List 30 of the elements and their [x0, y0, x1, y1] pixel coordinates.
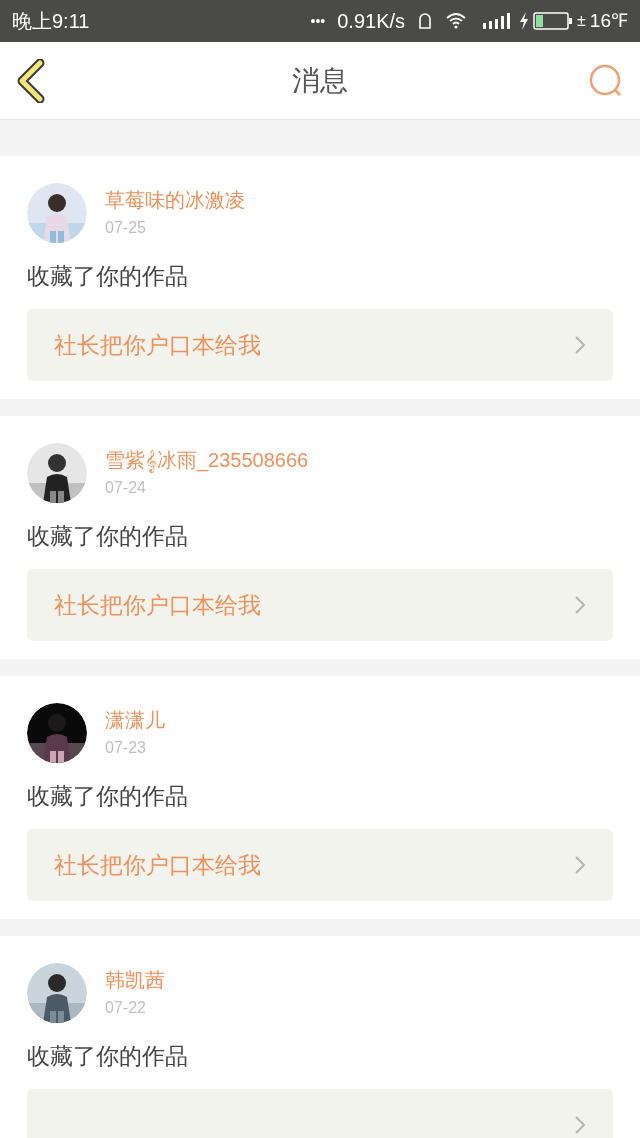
- dots-indicator: •••: [310, 11, 326, 31]
- user-name[interactable]: 雪紫𝄞冰雨_235508666: [105, 448, 309, 472]
- signal-icon: [483, 13, 512, 29]
- ghost-icon: [417, 12, 434, 30]
- work-link[interactable]: 社长把你户口本给我: [27, 829, 613, 901]
- temperature: 16℉: [589, 8, 628, 33]
- back-icon: [16, 58, 46, 103]
- clock: 晚上9:11: [12, 9, 90, 34]
- message-text: 收藏了你的作品: [27, 262, 189, 291]
- battery-sign: ±: [577, 11, 586, 31]
- user-name[interactable]: 韩凯茜: [105, 968, 165, 992]
- user-name[interactable]: 潇潇儿: [105, 708, 165, 732]
- message-date: 07-25: [105, 218, 147, 238]
- message-date: 07-22: [105, 998, 147, 1018]
- chevron-icon: [574, 1115, 586, 1135]
- message-text: 收藏了你的作品: [27, 782, 189, 811]
- work-link[interactable]: 社长把你户口本给我: [27, 309, 613, 381]
- chevron-icon: [574, 855, 586, 875]
- user-name[interactable]: 草莓味的冰激凌: [105, 188, 245, 212]
- message-date: 07-23: [105, 738, 147, 758]
- message-text: 收藏了你的作品: [27, 1042, 189, 1071]
- message-date: 07-24: [105, 478, 147, 498]
- network-speed: 0.91K/s: [337, 9, 406, 34]
- chevron-icon: [574, 335, 586, 355]
- battery-icon: [533, 12, 574, 30]
- work-link[interactable]: 社长把你户口本给我: [27, 569, 613, 641]
- page-title: 消息: [292, 63, 348, 98]
- charging-icon: [519, 12, 530, 30]
- message-text: 收藏了你的作品: [27, 522, 189, 551]
- chevron-icon: [574, 595, 586, 615]
